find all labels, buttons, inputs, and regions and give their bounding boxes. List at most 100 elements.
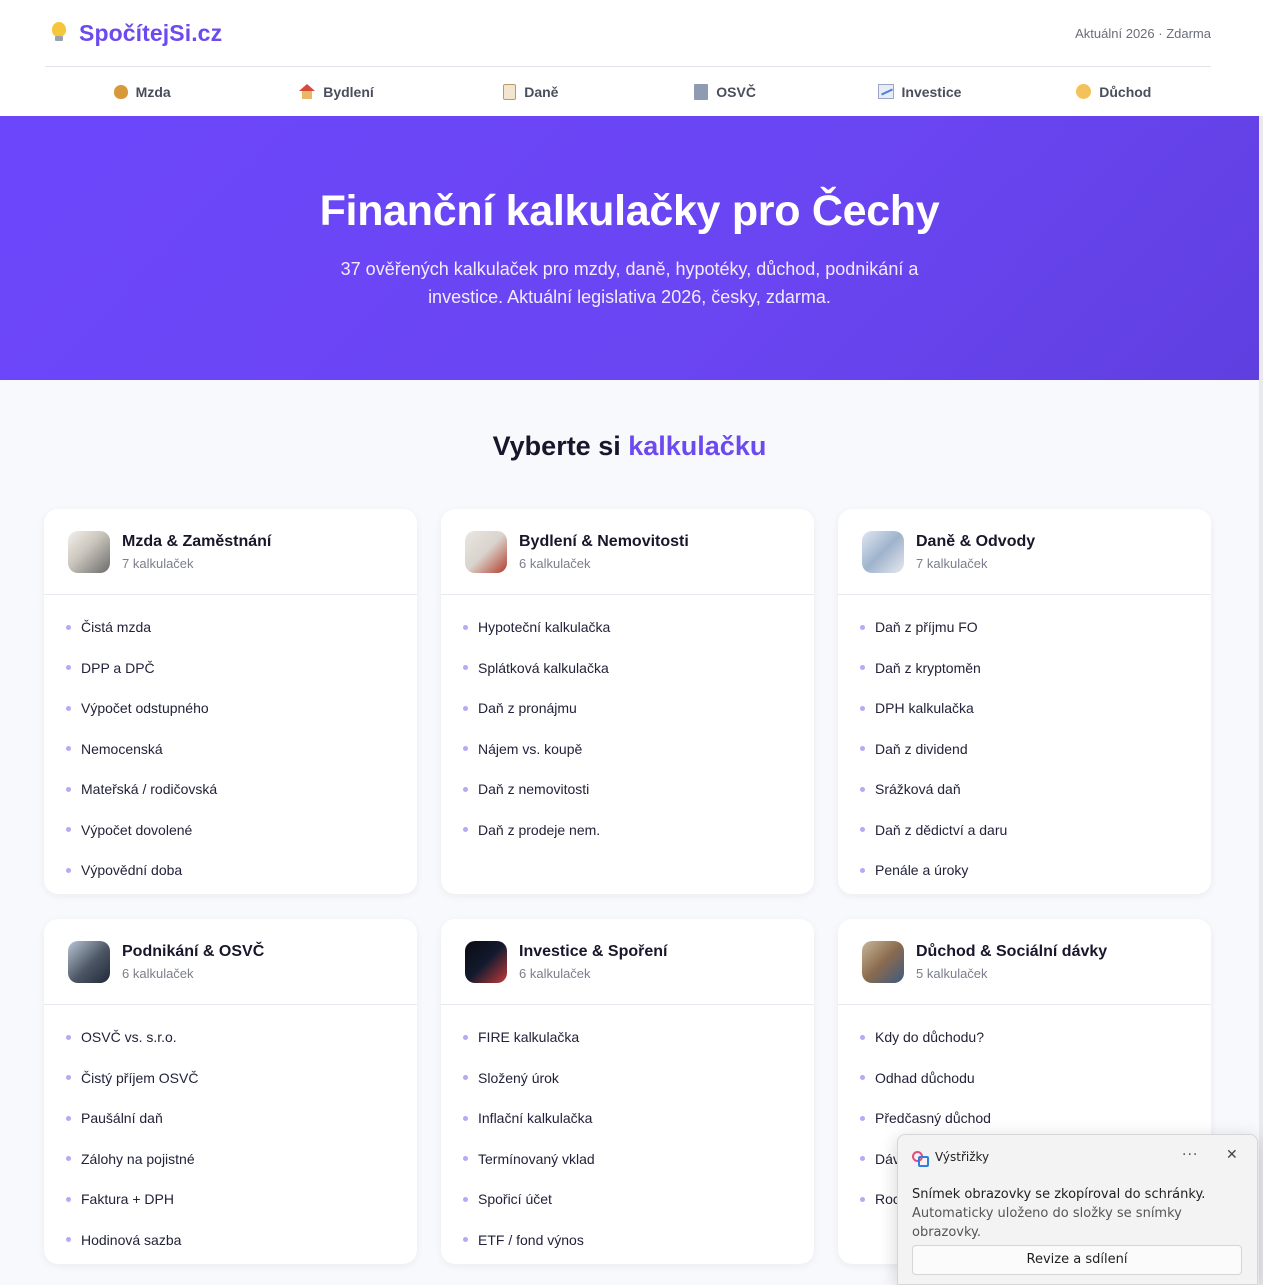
bullet-dot-icon — [463, 705, 468, 711]
bullet-dot-icon — [66, 1115, 71, 1121]
site-logo[interactable]: SpočítejSi.cz — [49, 20, 222, 47]
calculator-label: Nemocenská — [81, 740, 163, 757]
calculator-link[interactable]: Výpočet odstupného — [44, 688, 417, 729]
calculator-link[interactable]: Daň z prodeje nem. — [441, 810, 814, 851]
notification-app-name: Výstřižky — [935, 1150, 990, 1164]
calculator-label: Složený úrok — [478, 1069, 559, 1086]
snipping-tool-icon — [911, 1149, 929, 1167]
calculator-label: Nájem vs. koupě — [478, 740, 583, 757]
card-count: 5 kalkulaček — [916, 965, 988, 981]
bullet-dot-icon — [66, 624, 71, 630]
card-header[interactable]: Bydlení & Nemovitosti 6 kalkulaček — [441, 509, 814, 595]
calculator-link[interactable]: Hypoteční kalkulačka — [441, 607, 814, 648]
calculator-list: Daň z příjmu FO Daň z kryptoměn DPH kalk… — [838, 595, 1211, 891]
calculator-link[interactable]: Srážková daň — [838, 769, 1211, 810]
nav-label: Investice — [901, 83, 962, 100]
calculator-list: OSVČ vs. s.r.o. Čistý příjem OSVČ Paušál… — [44, 1005, 417, 1260]
calculator-link[interactable]: Čistý příjem OSVČ — [44, 1058, 417, 1099]
calculator-link[interactable]: Termínovaný vklad — [441, 1139, 814, 1180]
bullet-dot-icon — [66, 867, 71, 873]
calculator-link[interactable]: Daň z dividend — [838, 729, 1211, 770]
card-header[interactable]: Podnikání & OSVČ 6 kalkulaček — [44, 919, 417, 1005]
bullet-dot-icon — [860, 1075, 865, 1081]
calculator-label: Mateřská / rodičovská — [81, 781, 218, 798]
card-header[interactable]: Důchod & Sociální dávky 5 kalkulaček — [838, 919, 1211, 1005]
hero-subtitle: 37 ověřených kalkulaček pro mzdy, daně, … — [340, 259, 919, 307]
nav-item-dane[interactable]: Daně — [434, 68, 628, 115]
bullet-dot-icon — [66, 1075, 71, 1081]
nav-item-duchod[interactable]: Důchod — [1017, 68, 1211, 115]
nav-label: Bydlení — [323, 83, 374, 100]
bullet-dot-icon — [66, 1237, 71, 1243]
calculator-label: OSVČ vs. s.r.o. — [81, 1029, 177, 1046]
calculator-link[interactable]: Výpovědní doba — [44, 850, 417, 891]
calculator-link[interactable]: Hodinová sazba — [44, 1220, 417, 1261]
calculator-link[interactable]: Penále a úroky — [838, 850, 1211, 891]
calculator-link[interactable]: Spořicí účet — [441, 1179, 814, 1220]
older-person-icon — [1076, 84, 1092, 99]
close-icon[interactable]: ✕ — [1226, 1147, 1238, 1163]
calculator-label: Srážková daň — [875, 781, 961, 798]
calculator-list: FIRE kalkulačka Složený úrok Inflační ka… — [441, 1005, 814, 1260]
calculator-link[interactable]: Daň z příjmu FO — [838, 607, 1211, 648]
calculator-label: Splátková kalkulačka — [478, 659, 609, 676]
bullet-dot-icon — [66, 1156, 71, 1162]
calculator-link[interactable]: DPP a DPČ — [44, 648, 417, 689]
calculator-link[interactable]: ETF / fond výnos — [441, 1220, 814, 1261]
hero-title: Finanční kalkulačky pro Čechy — [319, 187, 940, 235]
calculator-label: Předčasný důchod — [875, 1110, 991, 1127]
calculator-link[interactable]: Nájem vs. koupě — [441, 729, 814, 770]
category-thumbnail — [465, 940, 507, 983]
calculator-link[interactable]: Daň z nemovitosti — [441, 769, 814, 810]
bullet-dot-icon — [66, 786, 71, 792]
calculator-label: DPH kalkulačka — [875, 700, 974, 717]
calculator-link[interactable]: Kdy do důchodu? — [838, 1017, 1211, 1058]
chart-increasing-icon — [877, 84, 894, 99]
scrollbar[interactable] — [1259, 0, 1263, 1285]
more-options-icon[interactable]: ··· — [1182, 1147, 1198, 1163]
bullet-dot-icon — [860, 624, 865, 630]
calculator-link[interactable]: Daň z dědictví a daru — [838, 810, 1211, 851]
logo-text[interactable]: SpočítejSi.cz — [79, 20, 222, 47]
nav-label: OSVČ — [716, 83, 756, 100]
calculator-link[interactable]: Výpočet dovolené — [44, 810, 417, 851]
nav-item-osvc[interactable]: OSVČ — [628, 68, 822, 115]
calculator-link[interactable]: Daň z kryptoměn — [838, 648, 1211, 689]
calculator-link[interactable]: FIRE kalkulačka — [441, 1017, 814, 1058]
bullet-dot-icon — [463, 665, 468, 671]
calculator-link[interactable]: Předčasný důchod — [838, 1098, 1211, 1139]
header-meta: Aktuální 2026 · Zdarma — [1075, 25, 1211, 41]
calculator-link[interactable]: OSVČ vs. s.r.o. — [44, 1017, 417, 1058]
review-share-button[interactable]: Revize a sdílení — [912, 1245, 1242, 1275]
nav-label: Mzda — [135, 83, 171, 100]
bullet-dot-icon — [463, 746, 468, 752]
category-thumbnail — [862, 530, 904, 573]
nav-item-bydleni[interactable]: Bydlení — [239, 68, 433, 115]
calculator-link[interactable]: Čistá mzda — [44, 607, 417, 648]
card-count: 6 kalkulaček — [122, 965, 194, 981]
card-header[interactable]: Mzda & Zaměstnání 7 kalkulaček — [44, 509, 417, 595]
calculator-link[interactable]: Nemocenská — [44, 729, 417, 770]
card-header[interactable]: Daně & Odvody 7 kalkulaček — [838, 509, 1211, 595]
card-header[interactable]: Investice & Spoření 6 kalkulaček — [441, 919, 814, 1005]
calculator-link[interactable]: Odhad důchodu — [838, 1058, 1211, 1099]
category-card-investice: Investice & Spoření 6 kalkulaček FIRE ka… — [441, 919, 814, 1264]
calculator-link[interactable]: Zálohy na pojistné — [44, 1139, 417, 1180]
nav-item-investice[interactable]: Investice — [822, 68, 1016, 115]
calculator-link[interactable]: DPH kalkulačka — [838, 688, 1211, 729]
bullet-dot-icon — [463, 1237, 468, 1243]
card-title: Investice & Spoření — [519, 942, 668, 960]
calculator-link[interactable]: Složený úrok — [441, 1058, 814, 1099]
calculator-link[interactable]: Faktura + DPH — [44, 1179, 417, 1220]
header-top: SpočítejSi.cz Aktuální 2026 · Zdarma — [45, 0, 1211, 67]
bullet-dot-icon — [860, 746, 865, 752]
calculator-label: Daň z dědictví a daru — [875, 821, 1008, 838]
calculator-link[interactable]: Daň z pronájmu — [441, 688, 814, 729]
snipping-notification[interactable]: Výstřižky ··· ✕ Snímek obrazovky se zkop… — [897, 1134, 1258, 1285]
calculator-link[interactable]: Paušální daň — [44, 1098, 417, 1139]
calculator-link[interactable]: Inflační kalkulačka — [441, 1098, 814, 1139]
calculator-link[interactable]: Splátková kalkulačka — [441, 648, 814, 689]
calculator-link[interactable]: Mateřská / rodičovská — [44, 769, 417, 810]
calculator-label: Hypoteční kalkulačka — [478, 619, 611, 636]
nav-item-mzda[interactable]: Mzda — [45, 68, 239, 115]
